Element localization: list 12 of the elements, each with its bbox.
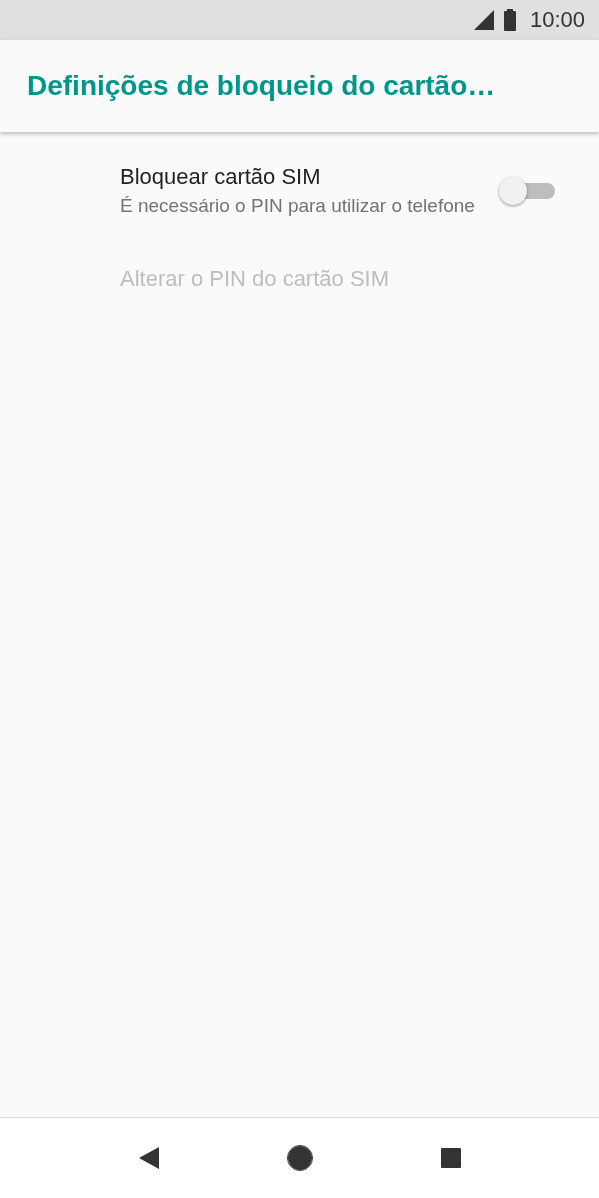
item-summary: É necessário o PIN para utilizar o telefone (120, 194, 476, 218)
status-time: 10:00 (529, 7, 585, 33)
item-title: Alterar o PIN do cartão SIM (120, 265, 389, 293)
recents-icon[interactable] (440, 1148, 461, 1168)
item-title: Bloquear cartão SIM (120, 163, 322, 191)
battery-icon (503, 9, 516, 31)
home-icon[interactable] (286, 1145, 313, 1171)
back-icon[interactable] (138, 1147, 159, 1169)
settings-item[interactable]: Bloquear cartão SIM É necessário o PIN para utilizar o telefone (0, 132, 599, 220)
signal-icon (473, 10, 494, 30)
screen-title: Definições de bloqueio do cartão… (27, 70, 496, 102)
toggle-switch[interactable] (499, 175, 555, 207)
